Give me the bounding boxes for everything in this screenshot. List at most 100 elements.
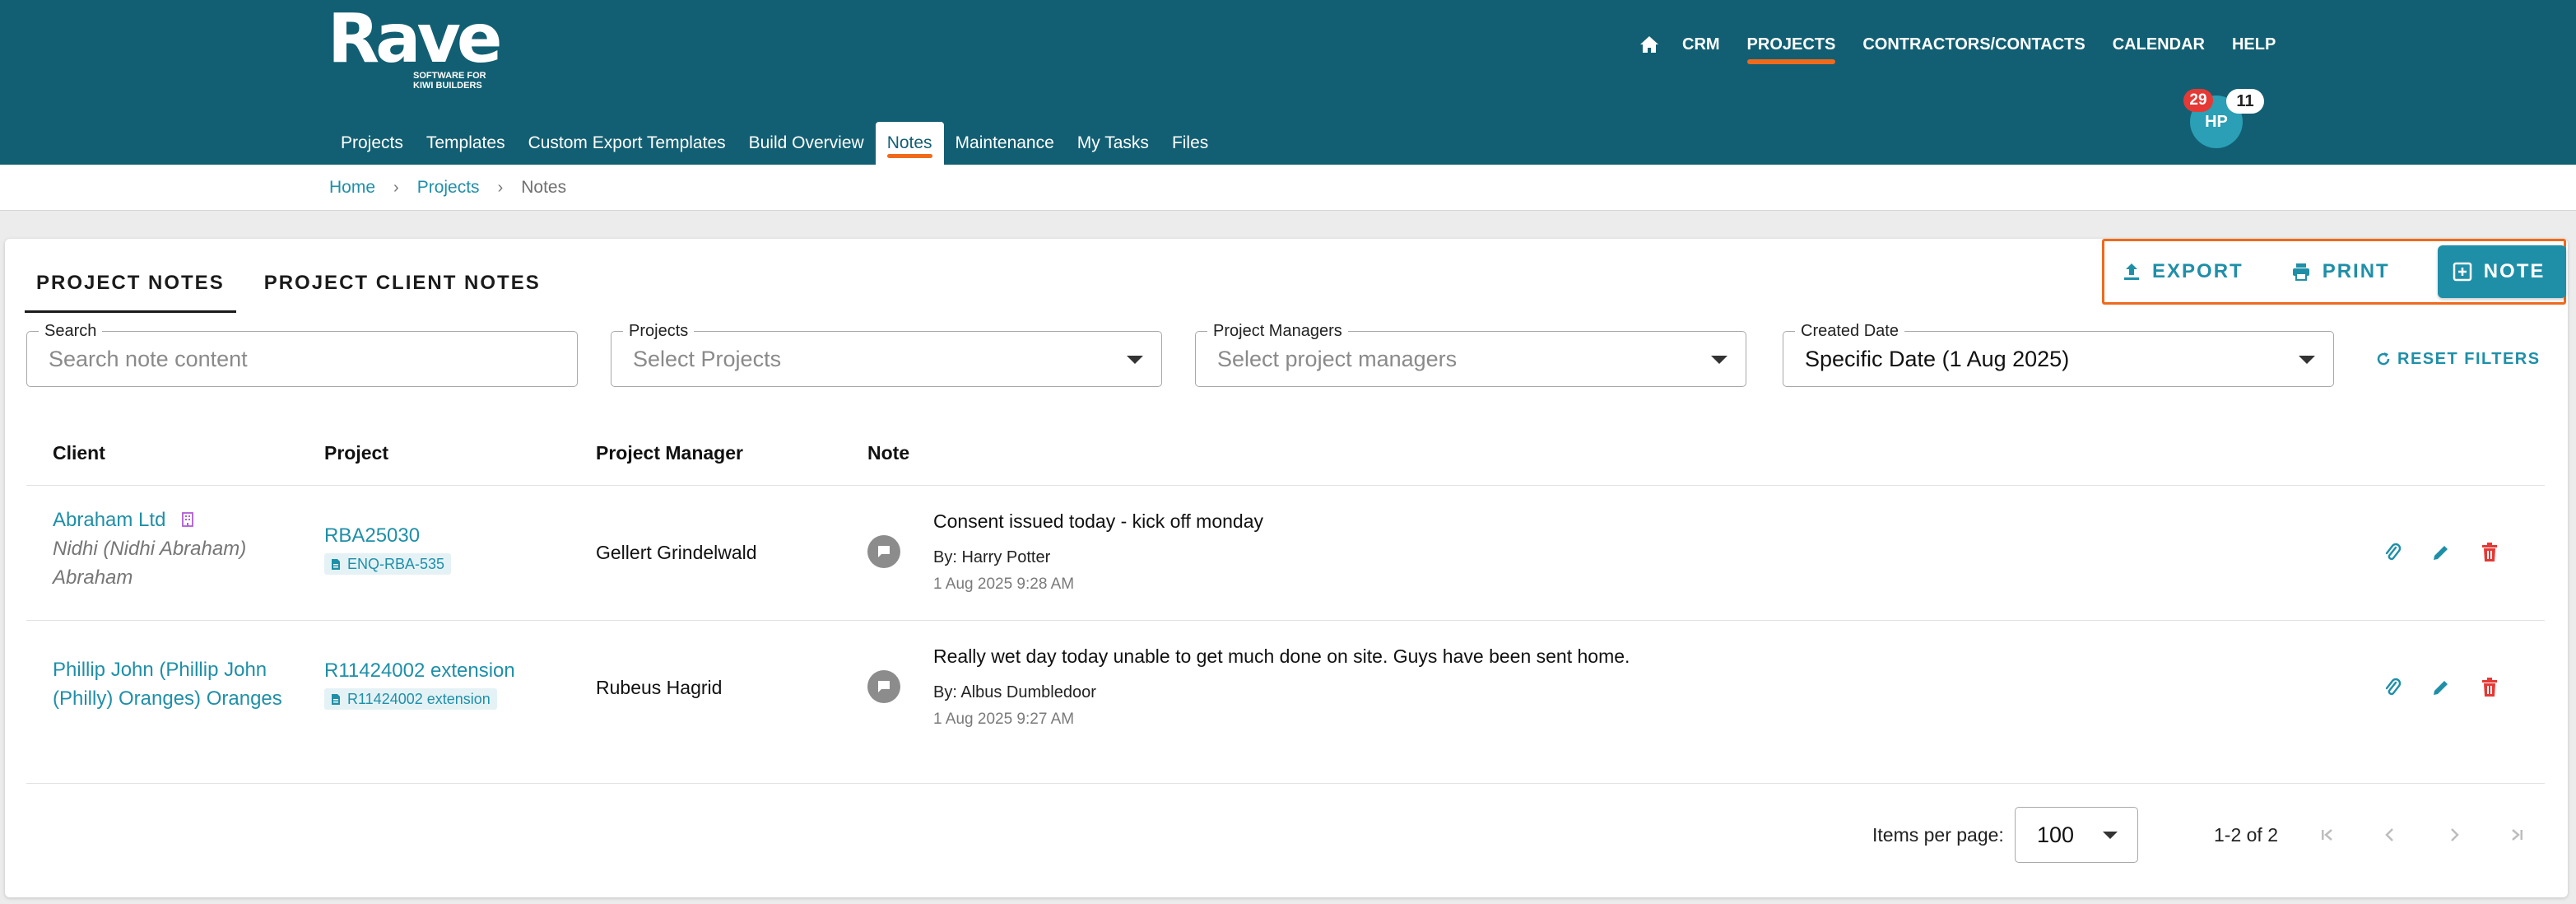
sub-nav: Projects Templates Custom Export Templat… [329, 122, 1220, 165]
projects-placeholder: Select Projects [633, 347, 782, 371]
client-link-line-2[interactable]: (Philly) Oranges) Oranges [53, 684, 300, 713]
client-contact-surname: Abraham [53, 566, 133, 589]
user-menu[interactable]: HP 29 11 [2183, 89, 2264, 151]
nav-projects[interactable]: PROJECTS [1746, 30, 1835, 64]
action-toolbar: EXPORT PRINT NOTE [2102, 239, 2567, 305]
note-author: By: Albus Dumbledoor [933, 683, 1096, 701]
add-note-label: NOTE [2483, 260, 2546, 282]
subnav-build-overview[interactable]: Build Overview [737, 122, 876, 165]
created-date-value: Specific Date (1 Aug 2025) [1805, 347, 2070, 371]
client-cell: Phillip John (Phillip John (Philly) Oran… [53, 655, 300, 713]
last-page-icon[interactable] [2505, 823, 2528, 846]
refresh-icon [2377, 352, 2390, 366]
app-logo[interactable]: Rave SOFTWARE FOR KIWI BUILDERS [328, 0, 503, 91]
breadcrumb-home[interactable]: Home [329, 178, 375, 198]
print-button[interactable]: PRINT [2291, 260, 2390, 283]
note-author: By: Harry Potter [933, 548, 1051, 566]
previous-page-icon[interactable] [2378, 823, 2402, 846]
table-header: Client Project Project Manager Note [26, 420, 2545, 486]
export-label: EXPORT [2152, 260, 2244, 282]
breadcrumb-separator-icon: › [393, 178, 399, 197]
client-cell: Abraham Ltd Nidhi (Nidhi Abraham) Abraha… [53, 506, 300, 592]
subnav-templates[interactable]: Templates [415, 122, 517, 165]
delete-icon[interactable] [2477, 675, 2502, 700]
breadcrumb-current: Notes [521, 178, 567, 197]
client-link[interactable]: Abraham Ltd [53, 509, 165, 531]
export-icon [2124, 263, 2139, 280]
notes-card: PROJECT NOTES PROJECT CLIENT NOTES EXPOR… [5, 239, 2568, 897]
note-text: Really wet day today unable to get much … [933, 645, 1630, 667]
first-page-icon[interactable] [2316, 823, 2339, 846]
subnav-notes[interactable]: Notes [875, 122, 944, 165]
subnav-maintenance[interactable]: Maintenance [944, 122, 1066, 165]
project-manager-cell: Rubeus Hagrid [596, 677, 723, 698]
note-type-icon [867, 670, 900, 703]
print-icon [2292, 263, 2309, 281]
page-range: 1-2 of 2 [2214, 824, 2278, 846]
row-actions [2380, 540, 2526, 565]
enquiry-tag[interactable]: ENQ-RBA-535 [324, 553, 452, 575]
pagination: Items per page: 100 1-2 of 2 [5, 807, 2568, 863]
document-icon [332, 558, 340, 570]
note-type-icon [867, 535, 900, 568]
enquiry-tag-label: R11424002 extension [347, 690, 491, 707]
column-header-client[interactable]: Client [53, 420, 105, 486]
tab-project-client-notes[interactable]: PROJECT CLIENT NOTES [253, 257, 552, 310]
nav-help[interactable]: HELP [2232, 30, 2276, 59]
note-cell: Consent issued today - kick off monday B… [933, 509, 1263, 594]
search-input[interactable]: Search note content [49, 332, 248, 386]
note-cell: Really wet day today unable to get much … [933, 644, 1630, 729]
dropdown-arrow-icon [1127, 356, 1143, 364]
reset-filters-button[interactable]: RESET FILTERS [2376, 331, 2541, 387]
attachment-icon[interactable] [2380, 540, 2405, 565]
next-page-icon[interactable] [2443, 823, 2466, 846]
subnav-my-tasks[interactable]: My Tasks [1066, 122, 1160, 165]
column-header-project[interactable]: Project [324, 420, 388, 486]
edit-icon[interactable] [2429, 540, 2453, 565]
document-icon [332, 693, 340, 705]
client-contact-name: Nidhi (Nidhi Abraham) [53, 538, 247, 560]
print-label: PRINT [2322, 260, 2390, 282]
column-header-note[interactable]: Note [867, 420, 909, 486]
edit-icon[interactable] [2429, 675, 2453, 700]
nav-crm[interactable]: CRM [1682, 30, 1720, 59]
client-link[interactable]: Phillip John (Phillip John [53, 655, 300, 684]
tab-project-notes[interactable]: PROJECT NOTES [25, 257, 236, 313]
subnav-projects[interactable]: Projects [329, 122, 415, 165]
reset-filters-label: RESET FILTERS [2397, 349, 2541, 368]
main-nav: CRM PROJECTS CONTRACTORS/CONTACTS CALEND… [1638, 30, 2303, 64]
column-header-project-manager[interactable]: Project Manager [596, 420, 743, 486]
export-button[interactable]: EXPORT [2123, 260, 2244, 283]
enquiry-tag-label: ENQ-RBA-535 [347, 555, 445, 572]
project-managers-select[interactable]: Project Managers Select project managers [1195, 321, 1746, 387]
nav-calendar[interactable]: CALENDAR [2113, 30, 2205, 59]
project-managers-placeholder: Select project managers [1217, 347, 1458, 371]
notification-badge[interactable]: 29 [2183, 89, 2213, 112]
note-date: 1 Aug 2025 9:28 AM [933, 575, 1075, 593]
notes-tabs: PROJECT NOTES PROJECT CLIENT NOTES [25, 257, 569, 313]
subnav-files[interactable]: Files [1160, 122, 1220, 165]
subnav-custom-export-templates[interactable]: Custom Export Templates [517, 122, 737, 165]
row-actions [2380, 675, 2526, 700]
breadcrumb-separator-icon: › [497, 178, 504, 197]
note-date: 1 Aug 2025 9:27 AM [933, 711, 1075, 728]
attachment-icon[interactable] [2380, 675, 2405, 700]
project-link[interactable]: R11424002 extension [324, 659, 515, 683]
items-per-page-select[interactable]: 100 [2015, 807, 2138, 863]
add-note-button[interactable]: NOTE [2437, 245, 2567, 298]
project-link[interactable]: RBA25030 [324, 524, 451, 548]
project-cell: RBA25030 ENQ-RBA-535 [324, 524, 452, 575]
logo-text: Rave [328, 0, 503, 78]
items-per-page-label: Items per page: [1872, 824, 2004, 846]
task-count-badge[interactable]: 11 [2226, 89, 2264, 114]
dropdown-arrow-icon [1711, 356, 1727, 364]
search-field[interactable]: Search Search note content [26, 321, 578, 387]
projects-select[interactable]: Projects Select Projects [611, 321, 1162, 387]
nav-contractors-contacts[interactable]: CONTRACTORS/CONTACTS [1862, 30, 2085, 59]
home-icon[interactable] [1638, 30, 1661, 59]
created-date-select[interactable]: Created Date Specific Date (1 Aug 2025) [1783, 321, 2334, 387]
enquiry-tag[interactable]: R11424002 extension [324, 688, 497, 710]
add-box-icon [2453, 262, 2471, 282]
breadcrumb-projects[interactable]: Projects [417, 178, 480, 198]
delete-icon[interactable] [2477, 540, 2502, 565]
